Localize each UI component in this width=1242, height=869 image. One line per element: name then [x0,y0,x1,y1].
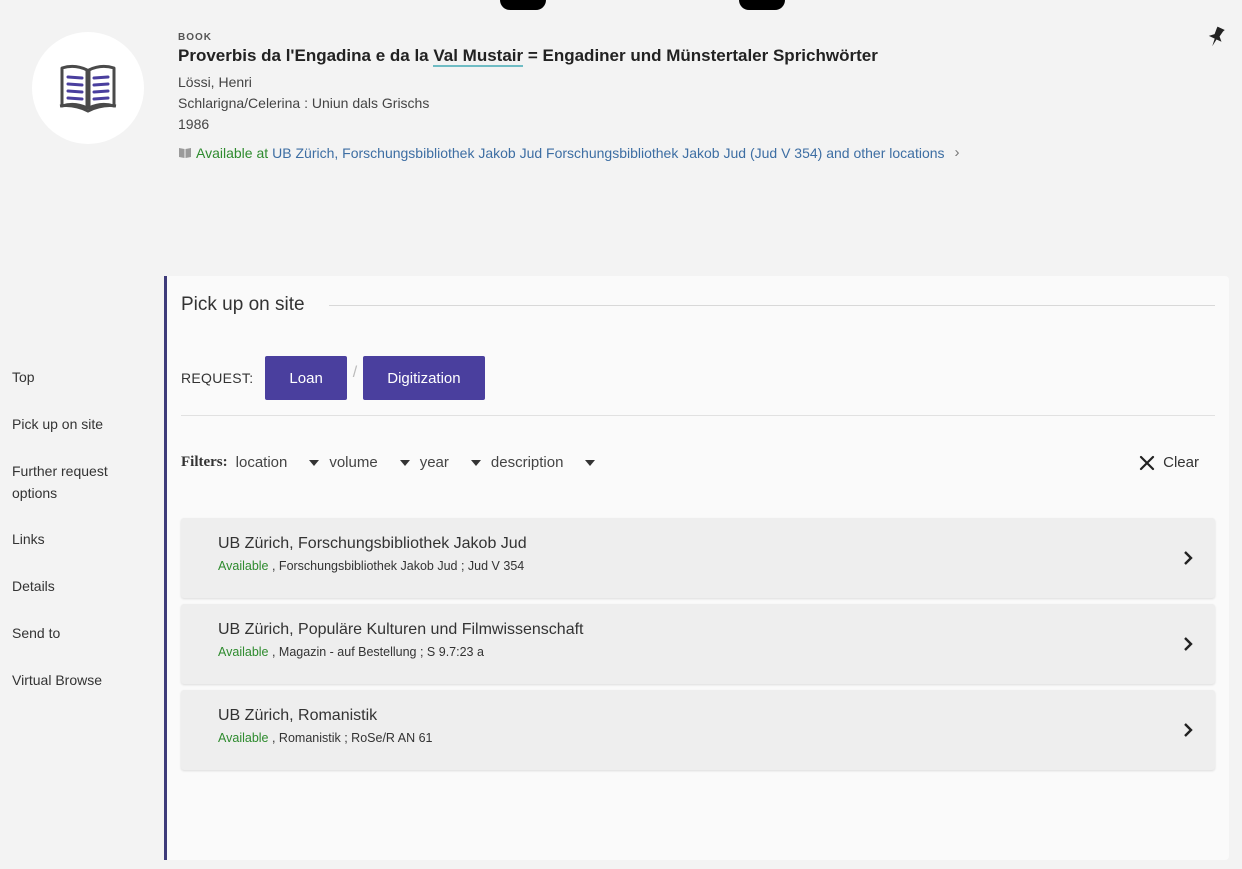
side-navigation: Top Pick up on site Further request opti… [12,366,152,716]
chevron-right-icon[interactable] [1183,550,1193,566]
filter-label[interactable]: year [420,454,449,471]
caret-down-icon[interactable] [470,459,481,466]
pick-up-panel: Pick up on site REQUEST: Loan / Digitiza… [164,276,1229,860]
holding-location: , Romanistik ; RoSe/R AN 61 [268,731,433,745]
clear-label[interactable]: Clear [1163,454,1199,471]
holding-status: Available [218,731,269,745]
record-year: 1986 [178,116,210,132]
filter-year[interactable]: year [420,454,481,471]
window-notch [739,0,785,10]
holding-status: Available [218,645,269,659]
record-publisher: Schlarigna/Celerina : Uniun dals Grischs [178,95,430,111]
divider [328,304,1215,306]
holding-library[interactable]: UB Zürich, Populäre Kulturen und Filmwis… [218,621,1215,639]
holding-item[interactable]: UB Zürich, Populäre Kulturen und Filmwis… [181,604,1215,684]
nav-item-links[interactable]: Links [12,528,152,550]
nav-item-top[interactable]: Top [12,366,152,388]
holding-library[interactable]: UB Zürich, Romanistik [218,707,1215,725]
close-icon[interactable] [1139,455,1155,471]
holding-status: Available [218,559,269,573]
availability-location[interactable]: UB Zürich, Forschungsbibliothek Jakob Ju… [272,145,944,161]
caret-down-icon[interactable] [309,459,320,466]
book-thumbnail [32,32,144,144]
title-highlight[interactable]: Val Mustair [433,46,524,67]
request-bar: REQUEST: Loan / Digitization [181,356,1215,416]
record-summary: BOOK Proverbis da l'Engadina e da la Val… [178,32,1198,161]
nav-item-virtual-browse[interactable]: Virtual Browse [12,669,152,691]
holding-detail: Available , Magazin - auf Bestellung ; S… [218,645,1215,659]
open-book-icon [59,64,117,113]
record-title[interactable]: Proverbis da l'Engadina e da la Val Must… [178,46,1198,67]
availability-status: Available at [196,144,269,161]
clear-filters-button[interactable]: Clear [1139,454,1199,471]
availability-link[interactable]: Available at UB Zürich, Forschungsbiblio… [178,144,1198,161]
nav-item-further-request-options[interactable]: Further request options [12,460,122,504]
filter-description[interactable]: description [491,454,596,471]
section-title: Pick up on site [181,294,305,315]
filter-label[interactable]: description [491,454,564,471]
button-separator: / [352,364,358,381]
record-author: Lössi, Henri [178,74,252,90]
holding-detail: Available , Romanistik ; RoSe/R AN 61 [218,731,1215,745]
filters-bar: Filters: location volume year descriptio… [181,454,1199,471]
chevron-right-icon[interactable]: › [955,144,960,161]
nav-item-pick-up-on-site[interactable]: Pick up on site [12,413,152,435]
nav-item-details[interactable]: Details [12,575,152,597]
filter-label[interactable]: location [236,454,288,471]
caret-down-icon[interactable] [585,459,596,466]
caret-down-icon[interactable] [399,459,410,466]
holding-location: , Forschungsbibliothek Jakob Jud ; Jud V… [268,559,525,573]
loan-button[interactable]: Loan [265,356,347,400]
holding-item[interactable]: UB Zürich, Romanistik Available , Romani… [181,690,1215,770]
section-heading: Pick up on site [181,294,1215,316]
filter-volume[interactable]: volume [329,454,410,471]
request-label: REQUEST: [181,370,254,386]
holdings-list: UB Zürich, Forschungsbibliothek Jakob Ju… [181,518,1215,776]
title-part[interactable]: Proverbis da l'Engadina e da la [178,46,433,65]
chevron-right-icon[interactable] [1183,722,1193,738]
window-notch [500,0,546,10]
filters-label: Filters: [181,454,228,470]
pin-icon[interactable] [1207,26,1225,48]
holding-library[interactable]: UB Zürich, Forschungsbibliothek Jakob Ju… [218,535,1215,553]
nav-item-send-to[interactable]: Send to [12,622,152,644]
book-icon [179,147,191,158]
chevron-right-icon[interactable] [1183,636,1193,652]
resource-type: BOOK [178,32,212,43]
filter-label[interactable]: volume [329,454,377,471]
title-part[interactable]: = Engadiner und Münstertaler Sprichwörte… [523,46,878,65]
holding-item[interactable]: UB Zürich, Forschungsbibliothek Jakob Ju… [181,518,1215,598]
holding-detail: Available , Forschungsbibliothek Jakob J… [218,559,1215,573]
holding-location: , Magazin - auf Bestellung ; S 9.7:23 a [268,645,484,659]
digitization-button[interactable]: Digitization [363,356,485,400]
filter-location[interactable]: location [236,454,320,471]
